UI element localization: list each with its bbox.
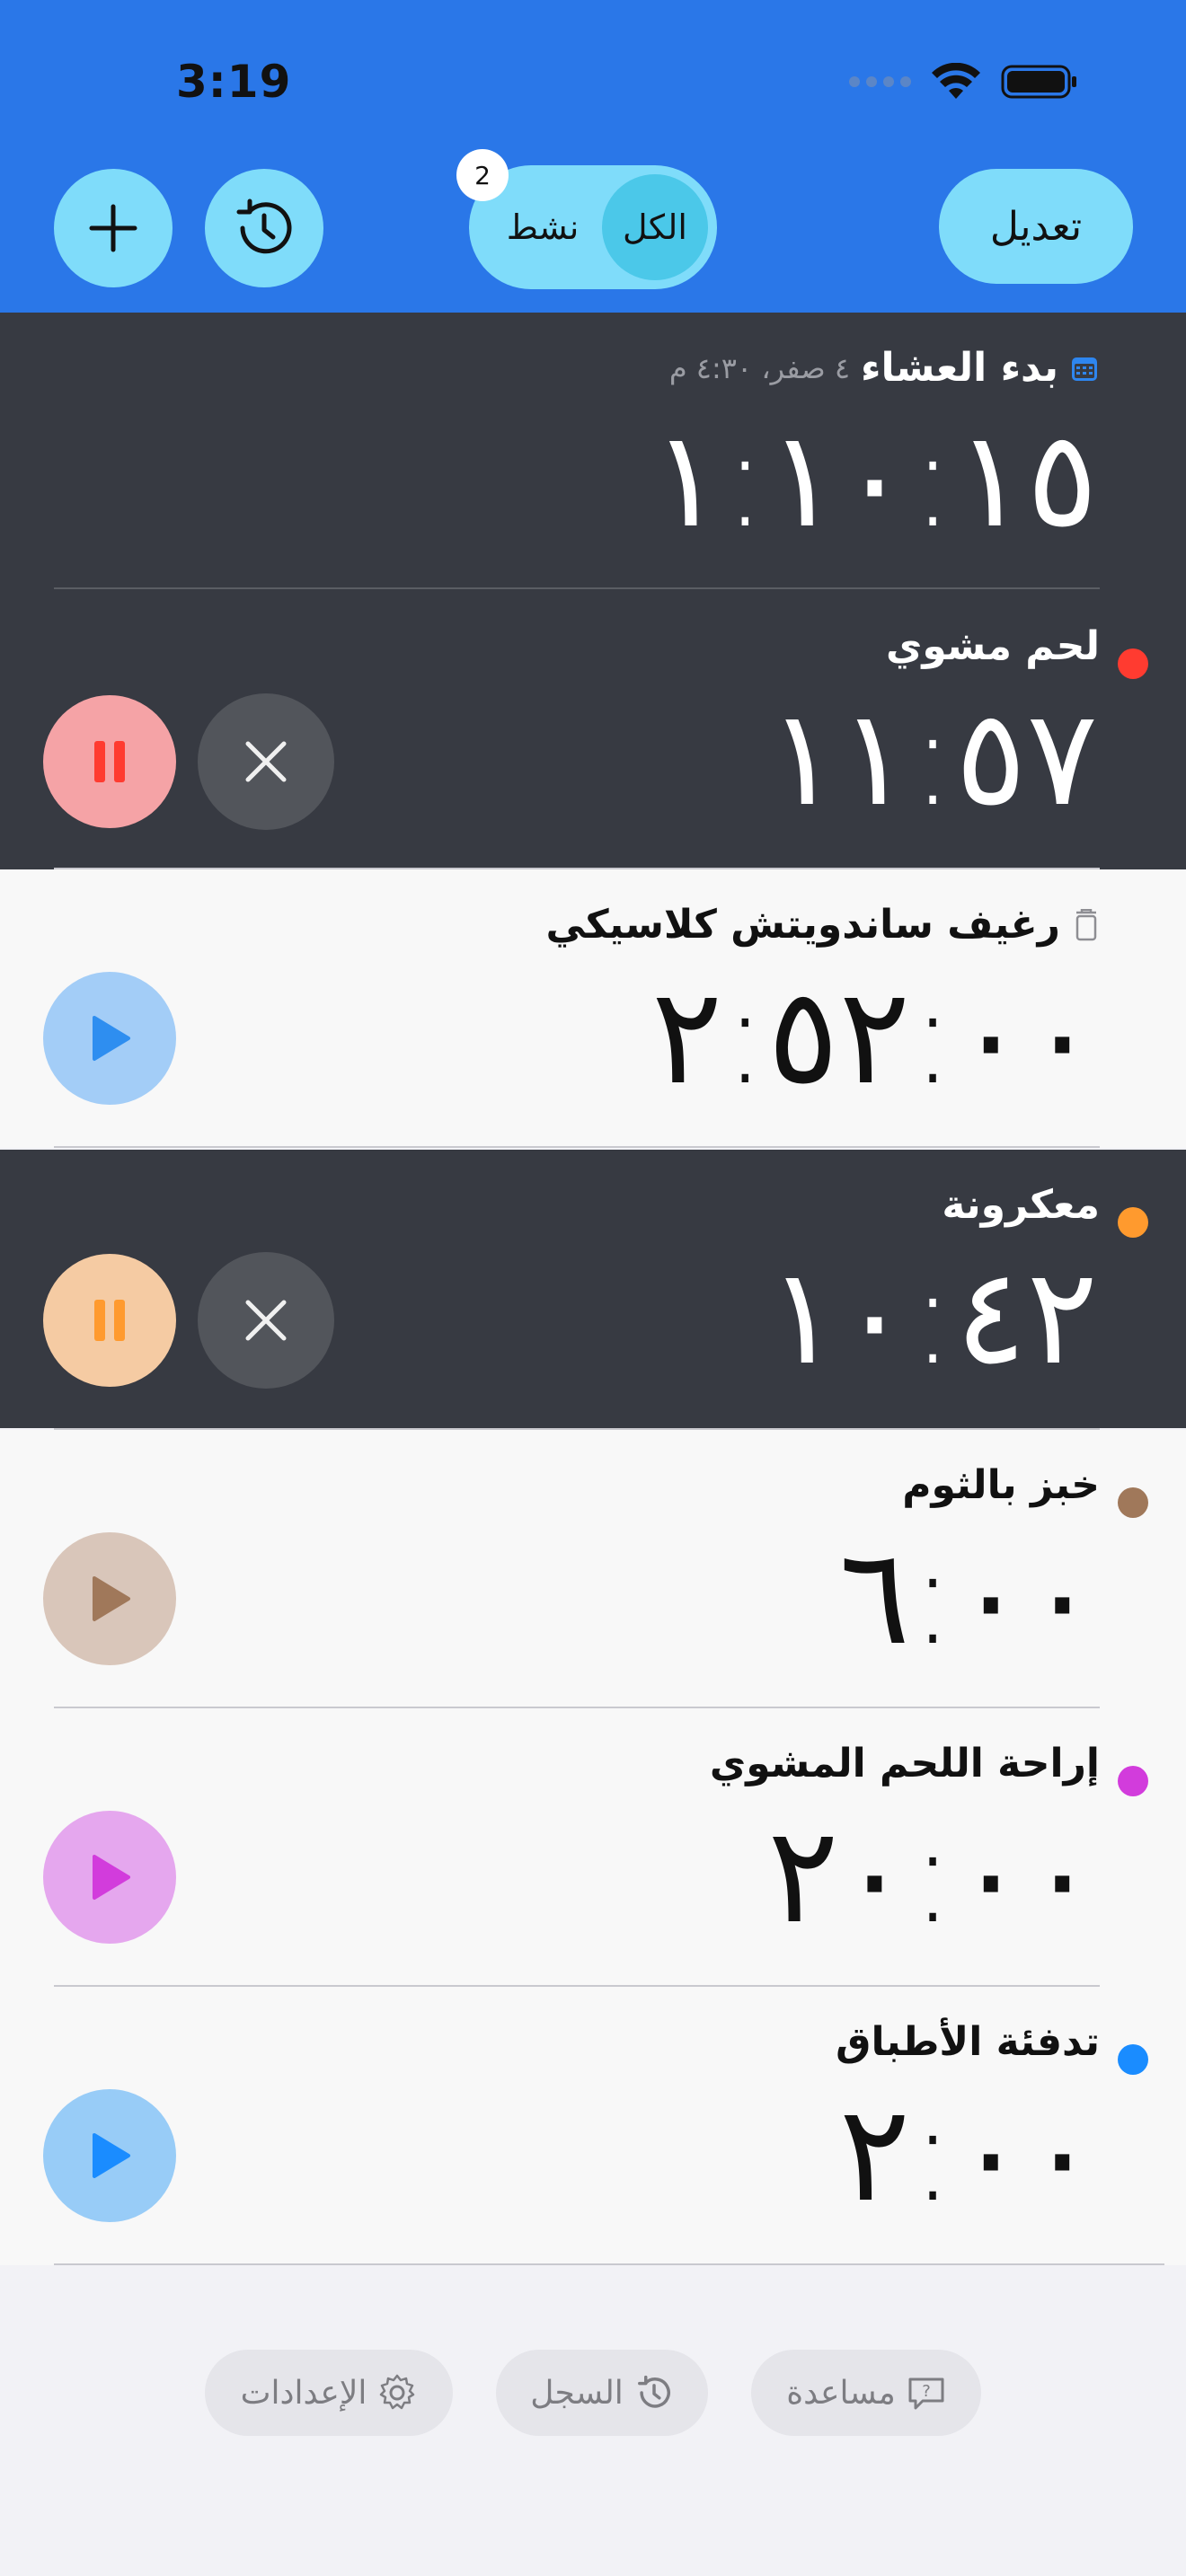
filter-segmented-control: نشط الكل 2 bbox=[456, 149, 717, 289]
battery-icon bbox=[1001, 65, 1076, 99]
row-divider bbox=[54, 587, 1100, 589]
timer-countdown: ١١:٥٧ bbox=[767, 681, 1098, 835]
timer-title: تدفئة الأطباق bbox=[836, 2019, 1100, 2065]
status-icons bbox=[849, 63, 1078, 101]
timer-countdown: ١:١٠:١٥ bbox=[651, 402, 1098, 557]
edit-button-label: تعديل bbox=[989, 203, 1083, 250]
segment-all[interactable]: الكل bbox=[602, 174, 708, 280]
play-icon bbox=[93, 1576, 130, 1621]
history-icon bbox=[236, 198, 292, 254]
timer-color-dot bbox=[1118, 648, 1148, 679]
timer-countdown: ٢٠:٠٠ bbox=[767, 1798, 1098, 1953]
timer-title: بدء العشاء ٤ صفر، ٤:٣٠ م bbox=[669, 345, 1100, 391]
timer-row[interactable]: رغيف ساندويتش كلاسيكي ٢:٥٢:٠٠ bbox=[0, 869, 1186, 1148]
timer-color-dot bbox=[1118, 1766, 1148, 1796]
timer-color-dot bbox=[1118, 2044, 1148, 2075]
timer-scheduled-date: ٤ صفر، ٤:٣٠ م bbox=[668, 350, 851, 385]
timer-title: رغيف ساندويتش كلاسيكي bbox=[546, 902, 1100, 948]
timer-row-scheduled[interactable]: بدء العشاء ٤ صفر، ٤:٣٠ م ١:١٠:١٥ bbox=[0, 313, 1186, 591]
settings-label: الإعدادات bbox=[240, 2374, 367, 2412]
timer-countdown: ٢:٥٢:٠٠ bbox=[651, 959, 1098, 1114]
play-icon bbox=[93, 2133, 130, 2178]
row-divider bbox=[54, 1146, 1100, 1148]
plus-icon bbox=[89, 204, 137, 252]
timer-countdown: ١٠:٤٢ bbox=[767, 1239, 1098, 1394]
row-divider bbox=[54, 2263, 1164, 2265]
cellular-signal-icon bbox=[849, 76, 911, 87]
start-button[interactable] bbox=[43, 972, 176, 1105]
pause-button[interactable] bbox=[43, 695, 176, 828]
segment-all-label: الكل bbox=[623, 207, 687, 247]
cancel-timer-button[interactable] bbox=[198, 693, 334, 830]
add-timer-button[interactable] bbox=[54, 169, 173, 287]
timer-color-dot bbox=[1118, 1487, 1148, 1518]
history-icon bbox=[637, 2375, 670, 2408]
close-icon bbox=[245, 741, 287, 782]
timer-row[interactable]: لحم مشوي ١١:٥٧ bbox=[0, 591, 1186, 869]
active-count-badge: 2 bbox=[456, 149, 509, 201]
help-label: مساعدة bbox=[786, 2374, 896, 2412]
wifi-icon bbox=[932, 63, 980, 99]
trash-icon bbox=[1075, 908, 1097, 940]
help-button[interactable]: ? مساعدة bbox=[751, 2350, 981, 2436]
timer-row[interactable]: معكرونة ١٠:٤٢ bbox=[0, 1150, 1186, 1428]
timer-name: لحم مشوي bbox=[886, 623, 1100, 669]
timer-name: تدفئة الأطباق bbox=[836, 2019, 1100, 2065]
timer-title: خبز بالثوم bbox=[902, 1462, 1100, 1508]
settings-button[interactable]: الإعدادات bbox=[205, 2350, 453, 2436]
timer-title: لحم مشوي bbox=[886, 623, 1100, 669]
segment-active-label: نشط bbox=[506, 207, 580, 247]
timer-countdown: ٢:٠٠ bbox=[838, 2077, 1098, 2231]
timer-color-dot bbox=[1118, 1207, 1148, 1238]
pause-button[interactable] bbox=[43, 1254, 176, 1387]
timer-row[interactable]: إراحة اللحم المشوي ٢٠:٠٠ bbox=[0, 1708, 1186, 1987]
close-icon bbox=[245, 1300, 287, 1341]
timer-row[interactable]: تدفئة الأطباق ٢:٠٠ bbox=[0, 1987, 1186, 2265]
history-button[interactable] bbox=[205, 169, 323, 287]
edit-button[interactable]: تعديل bbox=[939, 169, 1133, 284]
history-label: السجل bbox=[530, 2374, 624, 2412]
pause-icon bbox=[94, 741, 125, 782]
start-button[interactable] bbox=[43, 1811, 176, 1944]
calendar-icon bbox=[1072, 357, 1097, 381]
pause-icon bbox=[94, 1300, 125, 1341]
start-button[interactable] bbox=[43, 1532, 176, 1665]
top-bar: 3:19 نشط الكل 2 تعديل bbox=[0, 0, 1186, 313]
history-footer-button[interactable]: السجل bbox=[496, 2350, 708, 2436]
start-button[interactable] bbox=[43, 2089, 176, 2222]
timer-name: بدء العشاء bbox=[861, 345, 1058, 391]
svg-text:?: ? bbox=[922, 2382, 931, 2401]
timer-name: إراحة اللحم المشوي bbox=[709, 1741, 1100, 1786]
status-time: 3:19 bbox=[176, 56, 292, 108]
play-icon bbox=[93, 1855, 130, 1900]
timer-row[interactable]: خبز بالثوم ٦:٠٠ bbox=[0, 1430, 1186, 1708]
timer-name: رغيف ساندويتش كلاسيكي bbox=[545, 902, 1060, 948]
timer-title: إراحة اللحم المشوي bbox=[710, 1741, 1100, 1786]
timer-countdown: ٦:٠٠ bbox=[838, 1520, 1098, 1674]
play-icon bbox=[93, 1016, 130, 1061]
timer-name: خبز بالثوم bbox=[902, 1462, 1100, 1508]
timer-name: معكرونة bbox=[942, 1182, 1100, 1228]
cancel-timer-button[interactable] bbox=[198, 1252, 334, 1389]
gear-icon bbox=[380, 2374, 415, 2410]
timer-title: معكرونة bbox=[942, 1182, 1100, 1228]
help-bubble-icon: ? bbox=[908, 2378, 944, 2410]
